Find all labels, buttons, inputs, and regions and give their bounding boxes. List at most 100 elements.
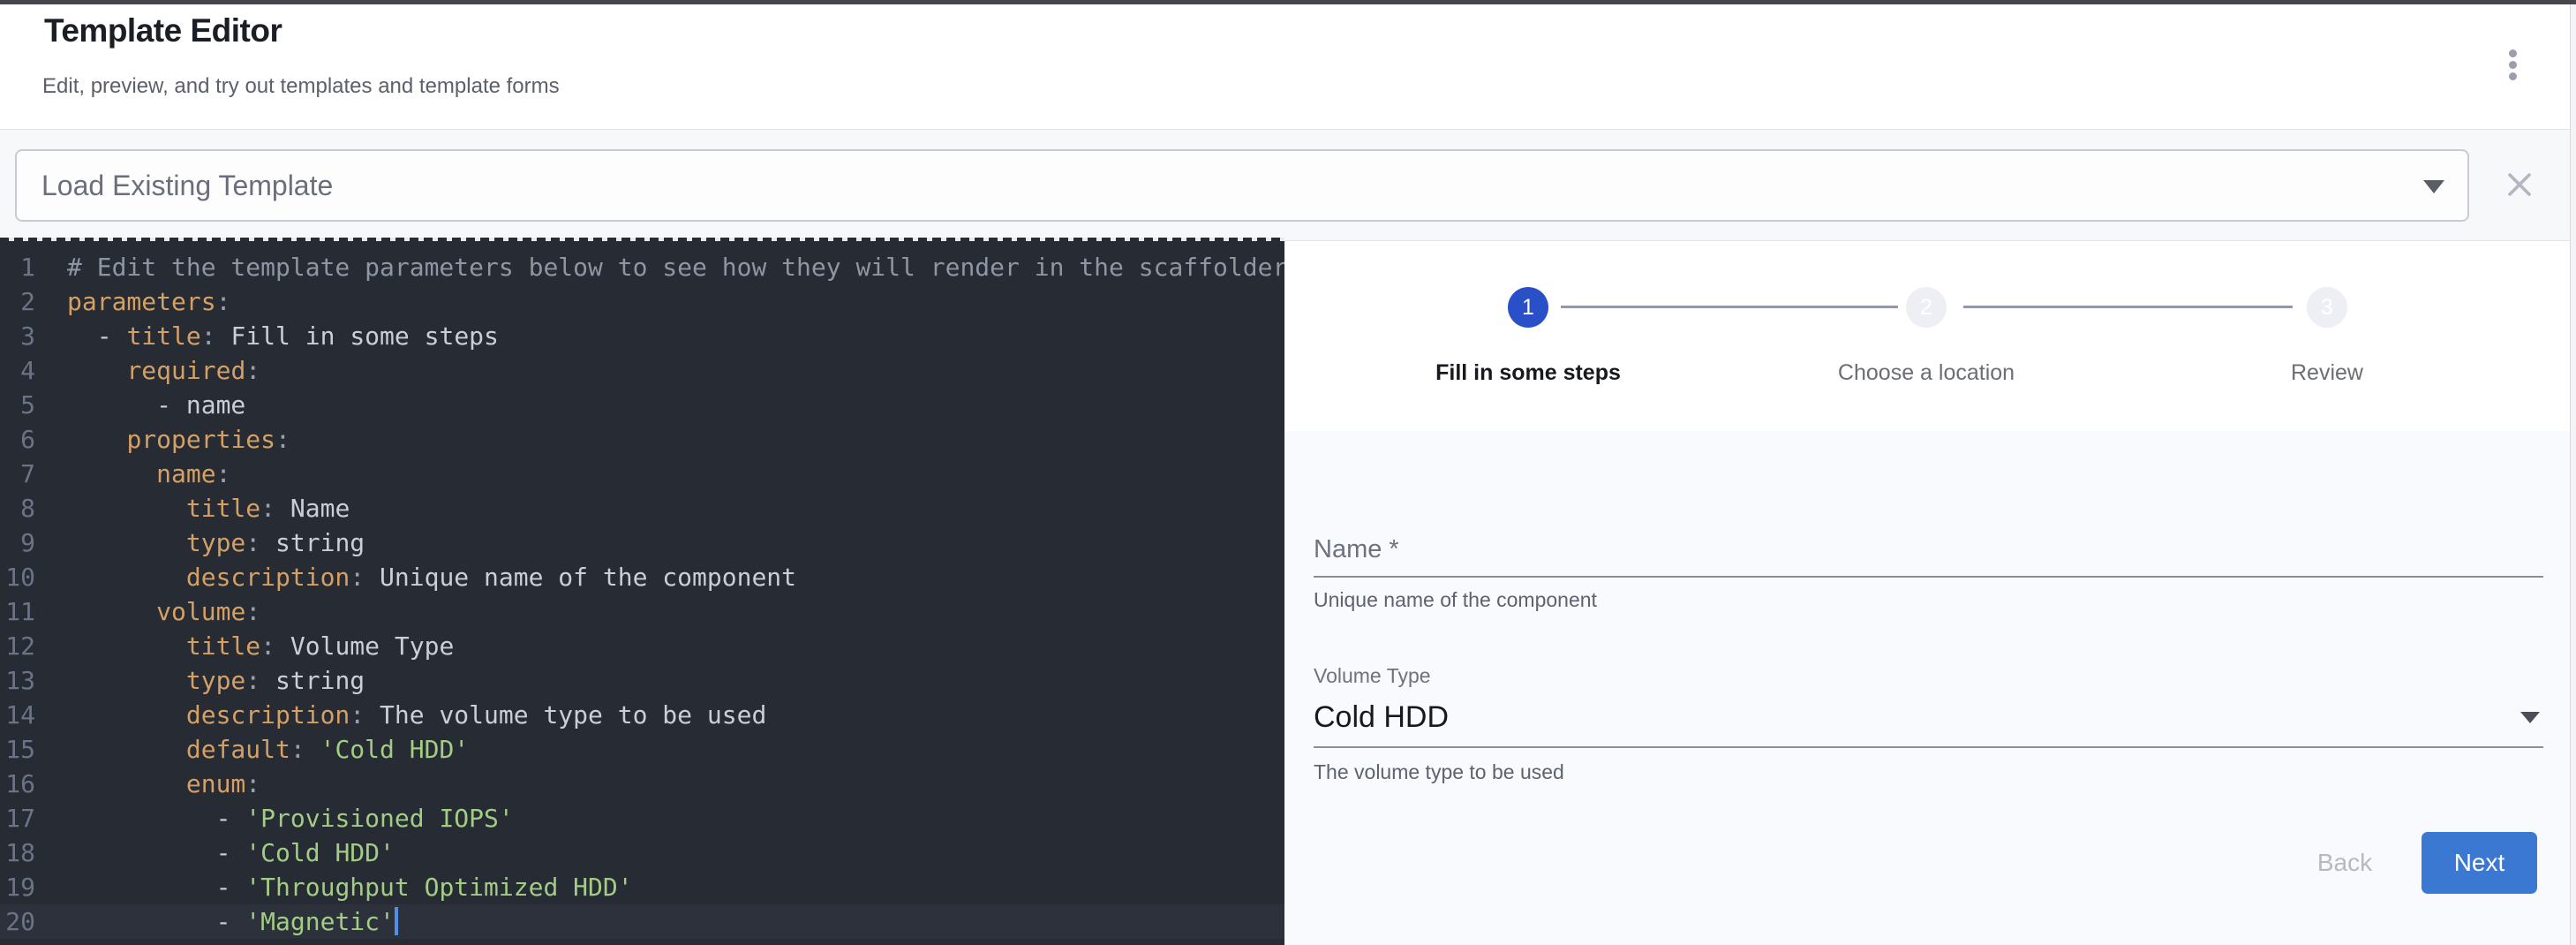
code-line: 16 enum:	[0, 767, 1284, 801]
window-top-strip	[0, 0, 2576, 4]
code-text: enum:	[35, 767, 260, 801]
line-number: 1	[0, 250, 35, 284]
line-number: 14	[0, 698, 35, 732]
clear-template-button[interactable]	[2489, 155, 2550, 215]
code-line: 13 type: string	[0, 663, 1284, 698]
code-text: title: Name	[35, 491, 350, 525]
step-connector	[1561, 306, 1898, 308]
line-number: 3	[0, 319, 35, 353]
page-subtitle: Edit, preview, and try out templates and…	[42, 74, 560, 99]
yaml-code-editor[interactable]: 1# Edit the template parameters below to…	[0, 241, 1284, 945]
code-lines: 1# Edit the template parameters below to…	[0, 250, 1284, 939]
code-line: 9 type: string	[0, 525, 1284, 560]
name-input-label: Name *	[1314, 535, 1399, 564]
volume-select-underline	[1314, 746, 2543, 748]
line-number: 8	[0, 491, 35, 525]
code-text: name:	[35, 457, 230, 491]
step-number: 3	[2321, 295, 2333, 321]
code-text: - 'Provisioned IOPS'	[35, 801, 514, 835]
line-number: 13	[0, 663, 35, 698]
code-line: 18 - 'Cold HDD'	[0, 835, 1284, 870]
code-text: volume:	[35, 594, 260, 629]
code-text: description: Unique name of the componen…	[35, 560, 796, 594]
code-text: title: Volume Type	[35, 629, 454, 663]
page-title: Template Editor	[44, 12, 282, 49]
volume-type-helper: The volume type to be used	[1314, 760, 1564, 784]
step-3-label: Review	[2291, 360, 2363, 386]
name-input[interactable]: Name *	[1284, 519, 2570, 590]
volume-type-value: Cold HDD	[1314, 700, 1449, 735]
line-number: 4	[0, 353, 35, 388]
volume-type-label: Volume Type	[1314, 664, 1431, 688]
line-number: 9	[0, 525, 35, 560]
code-line: 10 description: Unique name of the compo…	[0, 560, 1284, 594]
text-cursor	[395, 907, 398, 935]
next-button[interactable]: Next	[2422, 832, 2537, 894]
step-number: 2	[1920, 295, 1932, 321]
step-1-circle[interactable]: 1	[1508, 287, 1548, 328]
code-text: properties:	[35, 422, 290, 457]
code-line: 2parameters:	[0, 284, 1284, 319]
code-line: 4 required:	[0, 353, 1284, 388]
line-number: 5	[0, 388, 35, 422]
code-text: - title: Fill in some steps	[35, 319, 499, 353]
code-text: - name	[35, 388, 245, 422]
kebab-icon	[2509, 72, 2517, 80]
line-number: 18	[0, 835, 35, 870]
step-1-label: Fill in some steps	[1435, 360, 1621, 386]
code-line: 3 - title: Fill in some steps	[0, 319, 1284, 353]
page-scrollbar[interactable]	[2570, 4, 2576, 945]
step-2-label: Choose a location	[1838, 360, 2015, 386]
code-line: 7 name:	[0, 457, 1284, 491]
caret-down-icon	[2520, 712, 2540, 723]
step-3-circle[interactable]: 3	[2307, 287, 2347, 328]
line-number: 17	[0, 801, 35, 835]
code-text: - 'Magnetic'	[35, 904, 398, 939]
step-2-circle[interactable]: 2	[1906, 287, 1947, 328]
code-text: type: string	[35, 663, 365, 698]
step-connector	[1963, 306, 2293, 308]
code-text: parameters:	[35, 284, 230, 319]
code-text: type: string	[35, 525, 365, 560]
volume-type-select[interactable]: Volume Type Cold HDD	[1284, 652, 2570, 751]
kebab-icon	[2509, 49, 2517, 57]
line-number: 20	[0, 904, 35, 939]
kebab-menu-button[interactable]	[2501, 49, 2524, 85]
back-button[interactable]: Back	[2296, 832, 2393, 894]
name-input-helper: Unique name of the component	[1314, 588, 1597, 612]
code-line: 14 description: The volume type to be us…	[0, 698, 1284, 732]
step-number: 1	[1522, 295, 1534, 321]
code-line: 5 - name	[0, 388, 1284, 422]
name-input-underline	[1314, 576, 2543, 578]
line-number: 7	[0, 457, 35, 491]
load-existing-template-select[interactable]: Load Existing Template	[15, 149, 2469, 222]
toolbar: Load Existing Template	[0, 130, 2576, 241]
load-select-placeholder: Load Existing Template	[41, 151, 333, 220]
code-line: 8 title: Name	[0, 491, 1284, 525]
code-line: 15 default: 'Cold HDD'	[0, 732, 1284, 767]
code-text: required:	[35, 353, 260, 388]
line-number: 15	[0, 732, 35, 767]
line-number: 12	[0, 629, 35, 663]
line-number: 11	[0, 594, 35, 629]
line-number: 10	[0, 560, 35, 594]
code-line: 12 title: Volume Type	[0, 629, 1284, 663]
line-number: 19	[0, 870, 35, 904]
code-line: 11 volume:	[0, 594, 1284, 629]
template-editor-page: Template Editor Edit, preview, and try o…	[0, 0, 2576, 945]
line-number: 16	[0, 767, 35, 801]
code-text: - 'Cold HDD'	[35, 835, 395, 870]
caret-down-icon	[2423, 180, 2444, 193]
code-text: # Edit the template parameters below to …	[35, 250, 1284, 284]
code-line: 20 - 'Magnetic'	[0, 904, 1284, 939]
code-text: default: 'Cold HDD'	[35, 732, 469, 767]
code-text: description: The volume type to be used	[35, 698, 766, 732]
code-line: 19 - 'Throughput Optimized HDD'	[0, 870, 1284, 904]
close-icon	[2502, 167, 2537, 202]
code-text: - 'Throughput Optimized HDD'	[35, 870, 633, 904]
kebab-icon	[2509, 61, 2517, 69]
line-number: 2	[0, 284, 35, 319]
code-line: 1# Edit the template parameters below to…	[0, 250, 1284, 284]
code-line: 17 - 'Provisioned IOPS'	[0, 801, 1284, 835]
form-preview-panel: 1 2 3 Fill in some steps Choose a locati…	[1284, 241, 2570, 945]
